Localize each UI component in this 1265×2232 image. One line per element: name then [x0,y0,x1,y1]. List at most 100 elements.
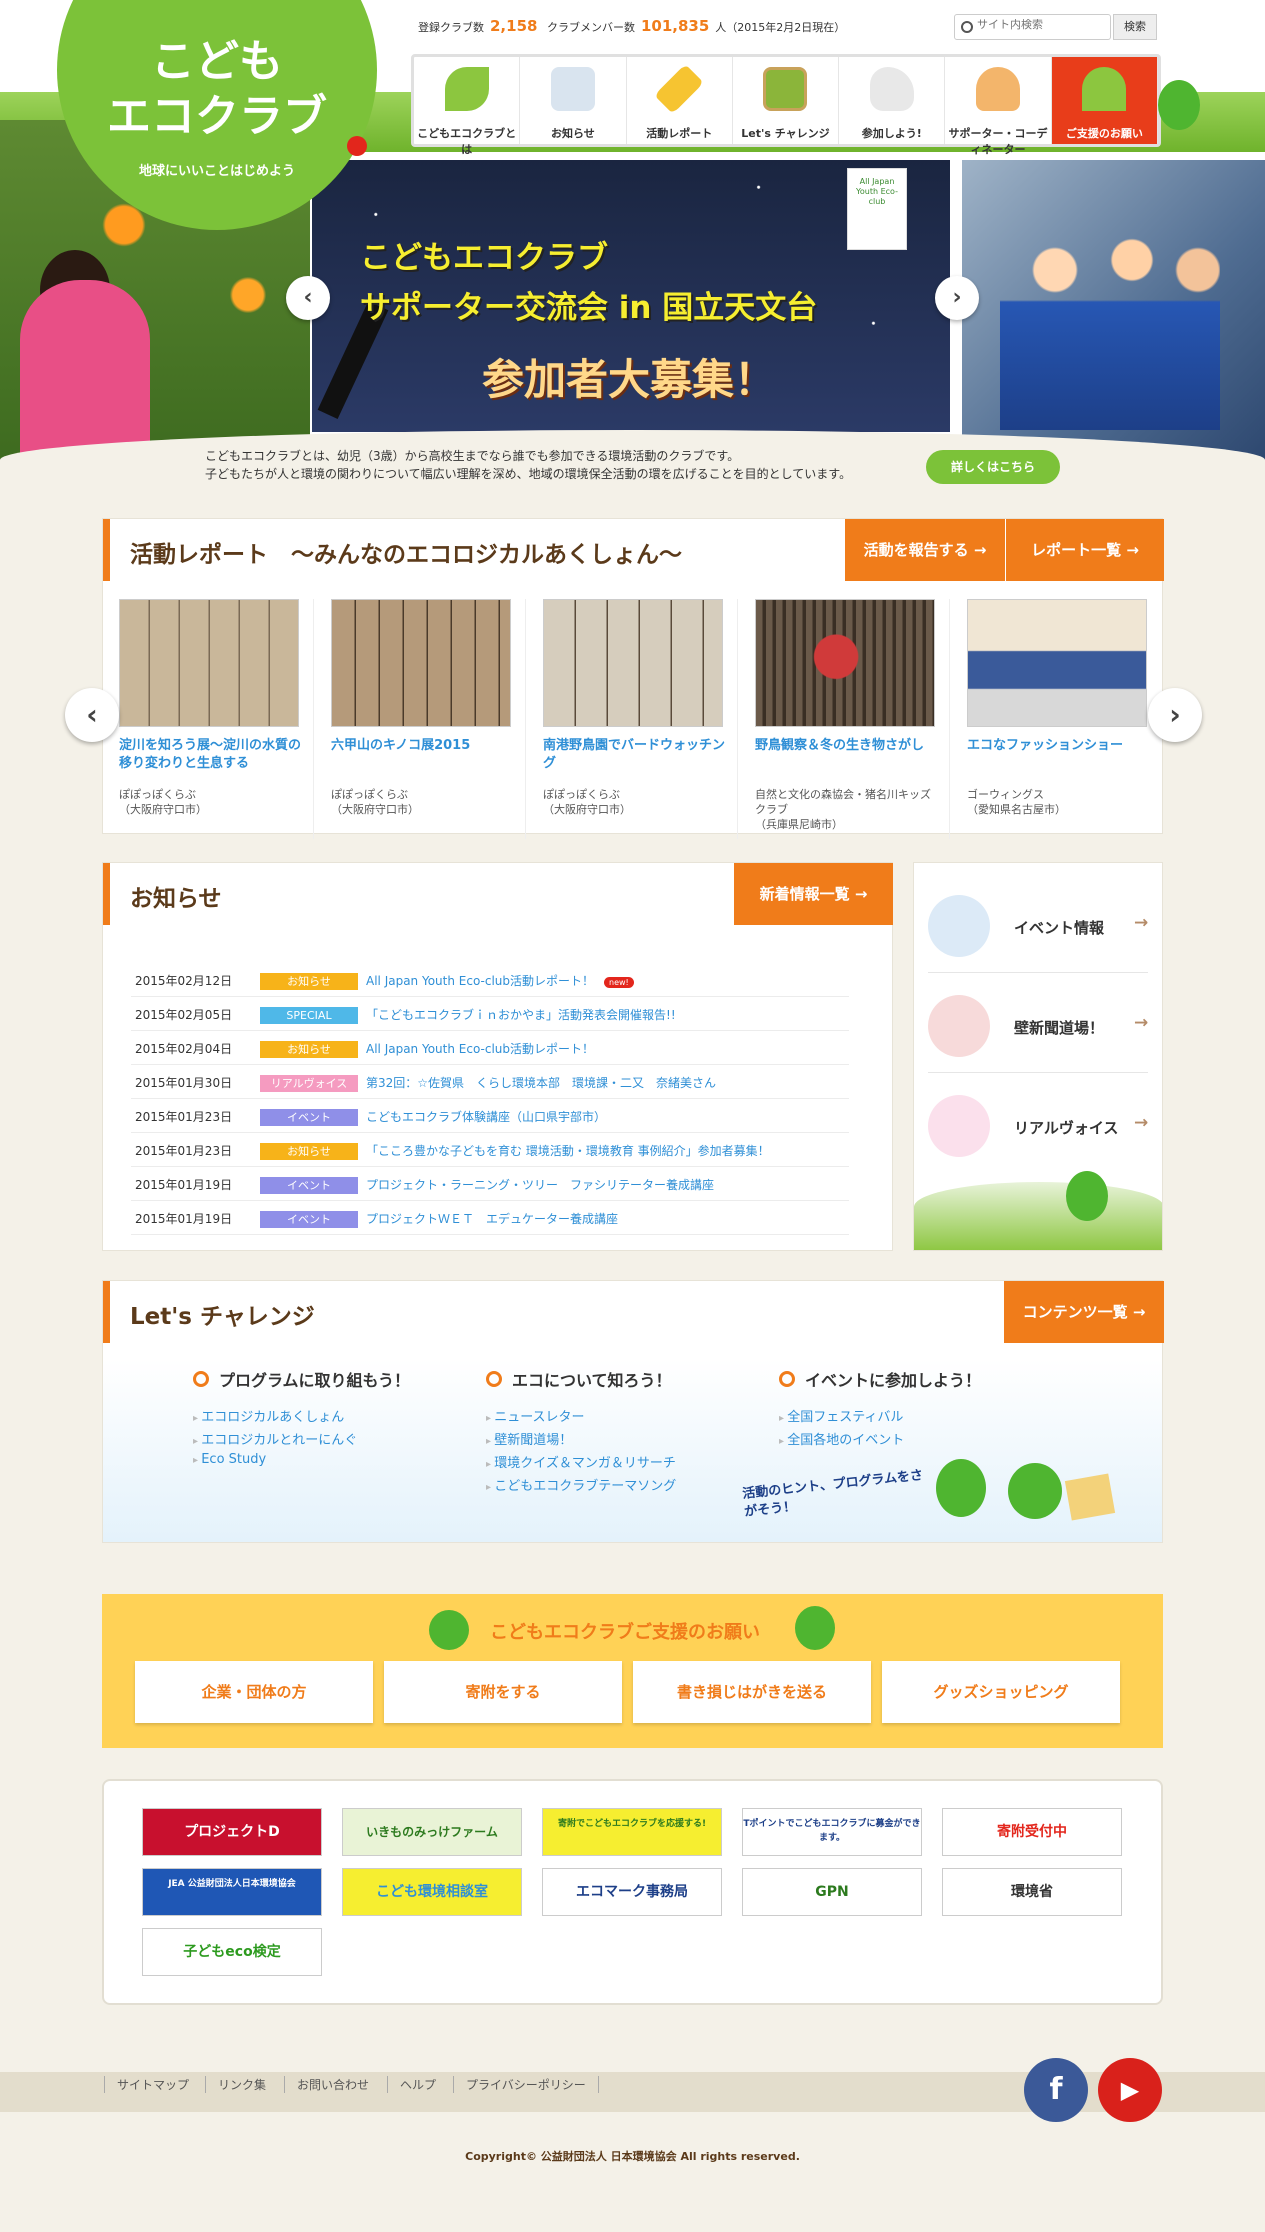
slide-badge: All Japan Youth Eco-club [847,168,907,250]
partner-banner[interactable]: 子どもeco検定 [142,1928,322,1976]
report-header: 活動レポート ～みんなのエコロジカルあくしょん～ [103,519,682,581]
footer-link-privacy[interactable]: プライバシーポリシー [453,2076,599,2093]
news-title-link[interactable]: 第32回：☆佐賀県 くらし環境本部 環境課・二又 奈緒美さん [366,1074,716,1091]
arrow-right-icon: → [1134,1113,1149,1133]
slide-title-line1: こどもエコクラブ [360,240,608,276]
support-postcard-button[interactable]: 書き損じはがきを送る [633,1661,871,1723]
sign-icon [1064,1473,1116,1521]
nav-challenge[interactable]: Let's チャレンジ [733,57,840,144]
footer-link-help[interactable]: ヘルプ [387,2076,436,2093]
footer-link-sitemap[interactable]: サイトマップ [104,2076,189,2093]
partner-banner[interactable]: エコマーク事務局 [542,1868,722,1916]
news-date: 2015年01月19日 [135,1178,233,1192]
news-title-link[interactable]: 「こどもエコクラブｉｎおかやま」活動発表会開催報告!! [366,1006,676,1023]
report-card[interactable]: 淀川を知ろう展～淀川の水質の移り変わりと生息する ぽぽっぽくらぶ （大阪府守口市… [103,599,314,839]
more-details-button[interactable]: 詳しくはこちら [926,450,1060,484]
support-goods-button[interactable]: グッズショッピング [882,1661,1120,1723]
news-row[interactable]: 2015年02月04日 お知らせ All Japan Youth Eco-club活… [131,1031,849,1065]
footer-link-links[interactable]: リンク集 [205,2076,266,2093]
challenge-link[interactable]: ニュースレター [486,1406,584,1425]
nav-report[interactable]: 活動レポート [627,57,733,144]
search-input[interactable] [977,19,1102,31]
side-item-voice[interactable]: リアルヴォイス → [928,1073,1148,1173]
footer-link-contact[interactable]: お問い合わせ [284,2076,369,2093]
clubs-value: 2,158 [490,17,538,35]
news-row[interactable]: 2015年01月23日 お知らせ 「こころ豊かな子どもを育む 環境活動・環境教育 事… [131,1133,849,1167]
slide-prev-button[interactable]: ‹ [286,276,330,320]
report-prev-button[interactable]: ‹ [65,688,119,742]
partner-banner[interactable]: プロジェクトD [142,1808,322,1856]
report-thumbnail [119,599,299,727]
challenge-col-head: エコについて知ろう！ [486,1367,672,1391]
report-card[interactable]: 野鳥観察＆冬の生き物さがし 自然と文化の森協会・猪名川キッズクラブ （兵庫県尼崎… [739,599,950,839]
news-category-badge: お知らせ [260,1143,358,1160]
news-list-button[interactable]: 新着情報一覧 → [734,863,893,925]
search-button[interactable]: 検索 [1113,14,1157,40]
nav-news[interactable]: お知らせ [520,57,627,144]
news-row[interactable]: 2015年01月23日 イベント こどもエコクラブ体験講座（山口県宇部市） [131,1099,849,1133]
news-date: 2015年01月30日 [135,1076,233,1090]
support-corporate-button[interactable]: 企業・団体の方 [135,1661,373,1723]
sprout-icon [1082,67,1127,111]
slide-next-button[interactable]: › [935,276,979,320]
news-row[interactable]: 2015年01月19日 イベント プロジェクト・ラーニング・ツリー ファシリテーター… [131,1167,849,1201]
challenge-link[interactable]: エコロジカルとれーにんぐ [193,1429,357,1448]
support-donate-button[interactable]: 寄附をする [384,1661,622,1723]
report-next-button[interactable]: › [1148,688,1202,742]
news-title-link[interactable]: 「こころ豊かな子どもを育む 環境活動・環境教育 事例紹介」参加者募集！ [366,1142,770,1159]
partner-banner[interactable]: 環境省 [942,1868,1122,1916]
logo-tagline: 地球にいいことはじめよう [138,164,295,179]
facebook-icon[interactable]: f [1024,2058,1088,2122]
partner-banner[interactable]: JEA 公益財団法人日本環境協会 [142,1868,322,1916]
challenge-link[interactable]: 壁新聞道場！ [486,1429,572,1448]
challenge-link[interactable]: エコロジカルあくしょん [193,1406,344,1425]
partner-banner[interactable]: 寄附でこどもエコクラブを応援する! [542,1808,722,1856]
partner-banner[interactable]: こども環境相談室 [342,1868,522,1916]
news-row[interactable]: 2015年02月12日 お知らせ All Japan Youth Eco-club活… [131,963,849,997]
report-card[interactable]: エコなファッションショー ゴーウィングス （愛知県名古屋市） [951,599,1162,839]
challenge-header: Let's チャレンジ [103,1281,315,1343]
news-title-link[interactable]: All Japan Youth Eco-club活動レポート！ [366,1040,594,1057]
report-card[interactable]: 南港野鳥園でバードウォッチング ぽぽっぽくらぶ （大阪府守口市） [527,599,738,839]
nav-supporter[interactable]: サポーター・コーディネーター [945,57,1052,156]
report-submit-button[interactable]: 活動を報告する → [845,519,1005,581]
news-row[interactable]: 2015年01月19日 イベント プロジェクトＷＥＴ エデュケーター養成講座 [131,1201,849,1235]
report-card-title: 南港野鳥園でバードウォッチング [543,738,726,771]
sneaker-icon [869,67,914,111]
challenge-link[interactable]: こどもエコクラブテーマソング [486,1475,676,1494]
nav-join[interactable]: 参加しよう! [839,57,946,144]
news-row[interactable]: 2015年01月30日 リアルヴォイス 第32回：☆佐賀県 くらし環境本部 環境課・… [131,1065,849,1099]
news-title-link[interactable]: こどもエコクラブ体験講座（山口県宇部市） [366,1108,606,1125]
report-card-org: ぽぽっぽくらぶ （大阪府守口市） [119,788,207,816]
report-card-title: 淀川を知ろう展～淀川の水質の移り変わりと生息する [119,738,302,771]
partner-banner[interactable]: Tポイントでこどもエコクラブに募金ができます。 [742,1808,922,1856]
report-title: 活動レポート ～みんなのエコロジカルあくしょん～ [130,542,682,568]
side-item-newspaper[interactable]: 壁新聞道場！ → [928,973,1148,1073]
youtube-icon[interactable]: ▶ [1098,2058,1162,2122]
newspaper-icon [928,995,990,1057]
report-card-title: 野鳥観察＆冬の生き物さがし [755,738,925,753]
challenge-link[interactable]: 環境クイズ＆マンガ＆リサーチ [486,1452,676,1471]
partner-banner[interactable]: いきものみっけファーム [342,1808,522,1856]
nav-support[interactable]: ご支援のお願い [1051,57,1158,144]
news-title-link[interactable]: プロジェクト・ラーニング・ツリー ファシリテーター養成講座 [366,1176,714,1193]
hero-slide[interactable]: All Japan Youth Eco-club こどもエコクラブ サポーター交… [312,160,950,432]
challenge-link[interactable]: 全国各地のイベント [779,1429,904,1448]
news-category-badge: リアルヴォイス [260,1075,358,1092]
news-category-badge: お知らせ [260,1041,358,1058]
side-item-events[interactable]: イベント情報 → [928,873,1148,973]
news-title-link[interactable]: All Japan Youth Eco-club活動レポート！ new! [366,972,634,989]
partner-banner[interactable]: 寄附受付中 [942,1808,1122,1856]
side-menu: イベント情報 → 壁新聞道場！ → リアルヴォイス → [913,862,1163,1251]
nav-label: Let's チャレンジ [741,127,830,140]
report-card[interactable]: 六甲山のキノコ展2015 ぽぽっぽくらぶ （大阪府守口市） [315,599,526,839]
challenge-link[interactable]: 全国フェスティバル [779,1406,903,1425]
news-row[interactable]: 2015年02月05日 SPECIAL 「こどもエコクラブｉｎおかやま」活動発表会開… [131,997,849,1031]
nav-about[interactable]: こどもエコクラブとは [414,57,521,156]
news-title-link[interactable]: プロジェクトＷＥＴ エデュケーター養成講座 [366,1210,618,1227]
report-list-button[interactable]: レポート一覧 → [1006,519,1164,581]
contents-list-button[interactable]: コンテンツ一覧 → [1004,1281,1164,1343]
challenge-link[interactable]: Eco Study [193,1452,266,1467]
partner-banner[interactable]: GPN [742,1868,922,1916]
report-card-org: ゴーウィングス （愛知県名古屋市） [967,788,1066,816]
